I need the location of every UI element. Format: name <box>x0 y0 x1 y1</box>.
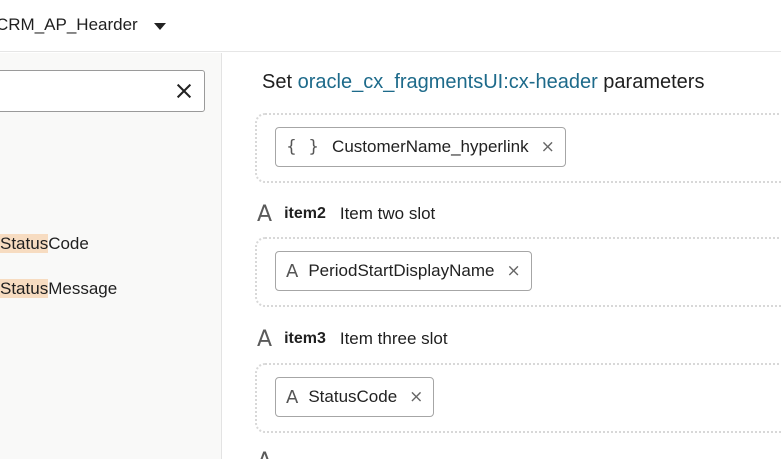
slot-drop-zone[interactable]: { } CustomerName_hyperlink × <box>255 113 781 183</box>
data-explorer-pane: StatusCode StatusMessage <box>0 53 222 459</box>
search-result-text: Message <box>48 279 118 298</box>
text-type-icon: A <box>257 326 273 352</box>
remove-chip-icon[interactable]: × <box>409 387 423 407</box>
remove-chip-icon[interactable]: × <box>541 137 555 157</box>
panel-title: Set oracle_cx_fragmentsUI:cx-header para… <box>262 71 704 94</box>
search-result-status-code[interactable]: StatusCode <box>0 234 89 254</box>
slot-description: Item two slot <box>339 204 436 223</box>
search-match-highlight: Status <box>0 234 49 253</box>
curly-braces-icon: { } <box>286 137 323 157</box>
title-prefix: Set <box>262 71 293 93</box>
slot-header-next: A <box>257 448 284 459</box>
slot-drop-zone[interactable]: A StatusCode × <box>255 363 781 433</box>
parameters-pane: Set oracle_cx_fragmentsUI:cx-header para… <box>223 53 781 459</box>
caret-down-icon[interactable] <box>153 22 166 30</box>
fragment-name: CRM_AP_Hearder <box>0 15 138 34</box>
search-match-highlight: Status <box>0 279 49 298</box>
top-bar: CRM_AP_Hearder <box>0 0 781 52</box>
chip-label: CustomerName_hyperlink <box>332 137 529 156</box>
title-suffix: parameters <box>603 71 705 93</box>
search-result-status-message[interactable]: StatusMessage <box>0 279 117 299</box>
chip-label: PeriodStartDisplayName <box>308 261 495 280</box>
bound-field-chip[interactable]: A StatusCode × <box>275 377 435 417</box>
slot-key: item3 <box>284 330 326 347</box>
slot-header-item3: A item3 Item three slot <box>257 326 448 352</box>
slot-key: item2 <box>284 205 326 222</box>
text-type-icon: A <box>286 386 299 408</box>
bound-field-chip[interactable]: { } CustomerName_hyperlink × <box>275 127 566 167</box>
slot-header-item2: A item2 Item two slot <box>257 201 435 227</box>
component-link[interactable]: oracle_cx_fragmentsUI:cx-header <box>298 71 598 93</box>
text-type-icon: A <box>257 449 272 459</box>
text-type-icon: A <box>257 201 273 227</box>
fragment-selector[interactable]: CRM_AP_Hearder <box>0 12 166 38</box>
slot-drop-zone[interactable]: A PeriodStartDisplayName × <box>255 237 781 307</box>
remove-chip-icon[interactable]: × <box>506 261 520 281</box>
search-input[interactable] <box>0 70 205 112</box>
slot-description: Item three slot <box>339 329 448 348</box>
search-result-text: Code <box>48 234 89 253</box>
text-type-icon: A <box>286 260 299 282</box>
bound-field-chip[interactable]: A PeriodStartDisplayName × <box>275 251 532 291</box>
close-icon[interactable] <box>175 82 193 100</box>
chip-label: StatusCode <box>308 387 398 406</box>
